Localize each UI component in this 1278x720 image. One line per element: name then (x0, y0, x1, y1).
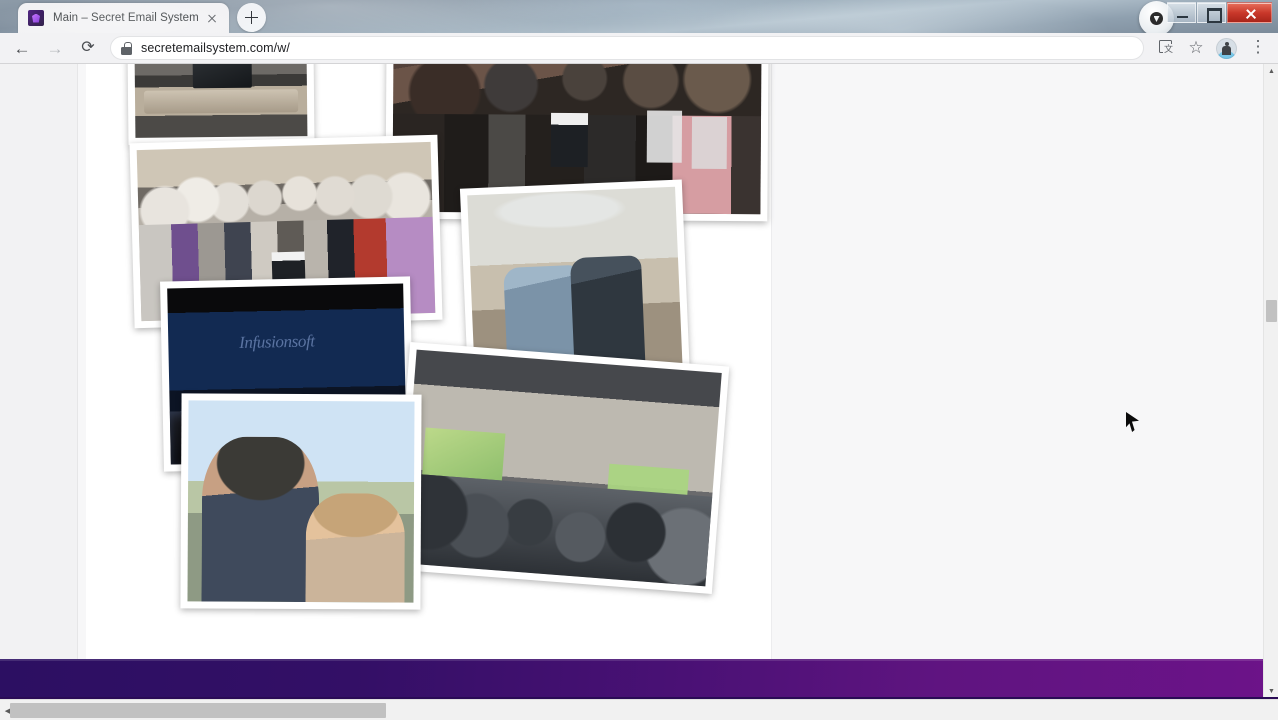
page-viewport: The Ultimate Calculator Secret Email Sys… (0, 64, 1263, 699)
maximize-button[interactable] (1197, 2, 1226, 23)
collage-photo (392, 342, 730, 594)
vertical-scrollbar[interactable]: ▲ ▼ (1263, 64, 1278, 699)
forward-arrow-glyph: → (46, 38, 64, 58)
reload-arrow-glyph: ⟳ (81, 39, 95, 56)
photo-image (134, 64, 308, 138)
reload-icon[interactable]: ⟳ (74, 34, 102, 62)
toolbar-actions (1150, 33, 1278, 62)
address-bar[interactable]: secretemailsystem.com/w/ (110, 36, 1144, 60)
horizontal-scrollbar[interactable]: ◀ (0, 699, 1278, 720)
scroll-up-icon[interactable]: ▲ (1264, 64, 1278, 79)
browser-toolbar: ← → ⟳ secretemailsystem.com/w/ (0, 33, 1278, 64)
lock-icon (121, 41, 132, 55)
collage-photo (127, 64, 315, 145)
chrome-menu-icon[interactable] (1244, 33, 1272, 62)
minimize-button[interactable] (1167, 2, 1196, 23)
forward-icon[interactable]: → (41, 34, 69, 62)
vertical-scrollbar-thumb[interactable] (1266, 300, 1277, 322)
window-controls (1166, 2, 1272, 23)
window-titlebar[interactable]: Main – Secret Email System (0, 0, 1278, 33)
secret-email-system-favicon (28, 10, 44, 26)
bookmark-star-icon[interactable] (1182, 34, 1210, 62)
new-tab-button[interactable] (237, 3, 266, 32)
avatar[interactable] (1216, 37, 1237, 59)
back-icon[interactable]: ← (8, 34, 36, 62)
sticky-offer-banner: The Ultimate Calculator Secret Email Sys… (0, 659, 1263, 699)
address-bar-url: secretemailsystem.com/w/ (141, 41, 290, 55)
back-arrow-glyph: ← (13, 38, 31, 58)
collage-photo (180, 393, 422, 610)
photo-image (187, 400, 415, 603)
browser-tab-active[interactable]: Main – Secret Email System (18, 3, 229, 33)
horizontal-scrollbar-thumb[interactable] (10, 703, 386, 718)
close-icon[interactable] (203, 9, 221, 27)
customer-photo-collage (86, 64, 772, 610)
photo-image (400, 349, 722, 587)
page-left-gutter (0, 64, 78, 699)
browser-tab-title: Main – Secret Email System (53, 12, 199, 24)
page-content-column (86, 64, 772, 699)
close-window-button[interactable] (1227, 2, 1272, 23)
translate-icon[interactable] (1152, 34, 1180, 62)
